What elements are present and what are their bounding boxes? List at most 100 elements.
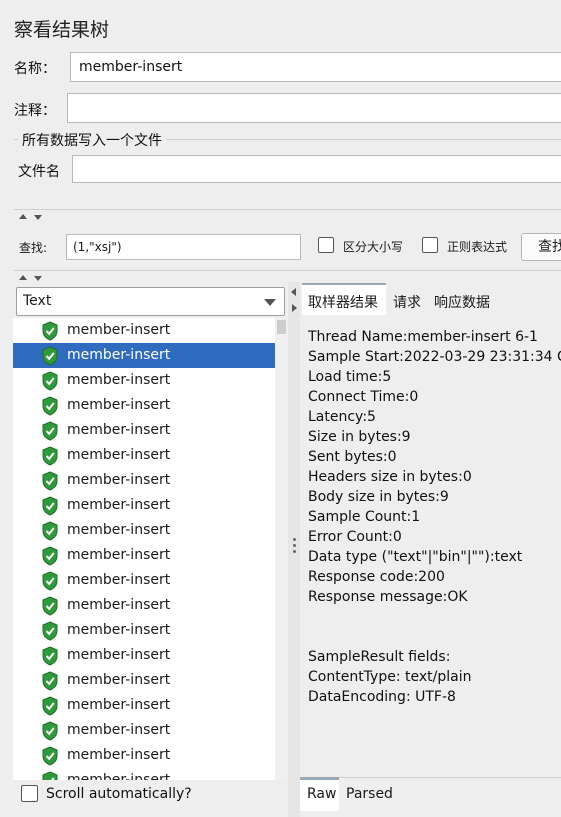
tree-item[interactable]: member-insert [13,643,275,668]
tab-sampler-result[interactable]: 取样器结果 [302,283,386,315]
success-shield-icon [42,371,58,391]
tab-raw[interactable]: Raw [300,777,339,811]
tab-parsed[interactable]: Parsed [346,786,393,802]
tree-item-label: member-insert [67,497,171,513]
success-shield-icon [42,596,58,616]
tree-item[interactable]: member-insert [13,568,275,593]
name-input[interactable]: member-insert [70,52,561,82]
tree-item-label: member-insert [67,647,171,663]
tree-item-label: member-insert [67,622,171,638]
search-label: 查找: [19,241,48,255]
result-line: Sample Start:2022-03-29 23:31:34 CST [308,349,561,365]
tree-item-label: member-insert [67,772,171,780]
tree-scrollbar[interactable] [275,318,288,780]
renderer-select-value: Text [23,293,52,309]
result-line: Error Count:0 [308,529,402,545]
tree-item-label: member-insert [67,472,171,488]
tree-item-label: member-insert [67,447,171,463]
sampler-result-text: Thread Name:member-insert 6-1 Sample Star… [308,327,561,707]
regex-label: 正则表达式 [447,240,508,254]
result-line: Body size in bytes:9 [308,489,449,505]
renderer-select[interactable]: Text [16,287,285,316]
tree-item[interactable]: member-insert [13,493,275,518]
result-line: Size in bytes:9 [308,429,411,445]
result-line: Sent bytes:0 [308,449,397,465]
success-shield-icon [42,646,58,666]
tree-item-label: member-insert [67,597,171,613]
tree-item[interactable]: member-insert [13,418,275,443]
comment-input[interactable] [67,93,561,123]
collapse-right-icon[interactable] [292,304,297,312]
scroll-auto-checkbox[interactable] [21,785,38,802]
result-tabs: 取样器结果 请求 响应数据 [300,283,561,315]
tree-item-label: member-insert [67,397,171,413]
success-shield-icon [42,571,58,591]
case-sensitive-label: 区分大小写 [343,240,404,254]
success-shield-icon [42,546,58,566]
tree-item[interactable]: member-insert [13,593,275,618]
name-label: 名称： [14,61,56,77]
tree-item-label: member-insert [67,747,171,763]
find-button[interactable]: 查找 [521,233,561,261]
file-group-title: 所有数据写入一个文件 [18,130,166,150]
tree-item[interactable]: member-insert [13,393,275,418]
tab-request[interactable]: 请求 [393,292,421,312]
scroll-auto-label: Scroll automatically? [46,786,192,802]
sample-tree: member-insert member-insert member-insert m… [13,318,288,780]
tree-item[interactable]: member-insert [13,468,275,493]
tree-item[interactable]: member-insert [13,343,275,368]
tree-item-label: member-insert [67,522,171,538]
tree-item-label: member-insert [67,572,171,588]
success-shield-icon [42,746,58,766]
result-line: Load time:5 [308,369,392,385]
tree-item[interactable]: member-insert [13,768,275,780]
tab-response-data[interactable]: 响应数据 [434,292,490,312]
tree-item[interactable]: member-insert [13,318,275,343]
case-sensitive-checkbox[interactable] [318,237,334,253]
tree-item-label: member-insert [67,672,171,688]
result-line: Sample Count:1 [308,509,421,525]
success-shield-icon [42,496,58,516]
comment-label: 注释： [14,103,56,119]
grip-dot [293,538,296,541]
tree-item[interactable]: member-insert [13,668,275,693]
tree-item-label: member-insert [67,697,171,713]
result-line: Latency:5 [308,409,376,425]
tree-item[interactable]: member-insert [13,718,275,743]
collapse-left-icon[interactable] [291,288,296,296]
collapse-down-icon[interactable] [34,276,42,281]
tree-item[interactable]: member-insert [13,518,275,543]
result-line [308,627,561,647]
scroll-thumb[interactable] [277,320,286,334]
tree-item[interactable]: member-insert [13,443,275,468]
result-line [308,607,561,627]
collapse-down-icon[interactable] [34,215,42,220]
divider [14,209,561,210]
tree-item[interactable]: member-insert [13,543,275,568]
success-shield-icon [42,471,58,491]
result-line: DataEncoding: UTF-8 [308,689,456,705]
filename-input[interactable] [72,155,561,183]
tree-item[interactable]: member-insert [13,693,275,718]
search-input[interactable]: (1,"xsj") [66,234,301,260]
result-line: Data type ("text"|"bin"|""):text [308,549,523,565]
tree-item-label: member-insert [67,422,171,438]
success-shield-icon [42,521,58,541]
tree-item[interactable]: member-insert [13,618,275,643]
success-shield-icon [42,621,58,641]
collapse-up-icon[interactable] [19,275,27,280]
tree-item[interactable]: member-insert [13,368,275,393]
result-line: Thread Name:member-insert 6-1 [308,329,538,345]
tree-item[interactable]: member-insert [13,743,275,768]
success-shield-icon [42,396,58,416]
chevron-down-icon [264,299,276,306]
success-shield-icon [42,671,58,691]
collapse-up-icon[interactable] [19,214,27,219]
grip-dot [293,550,296,553]
tree-item-label: member-insert [67,547,171,563]
regex-checkbox[interactable] [422,237,438,253]
split-pane-divider[interactable] [288,282,300,817]
result-line: SampleResult fields: [308,649,451,665]
result-line: Response message:OK [308,589,468,605]
success-shield-icon [42,721,58,741]
